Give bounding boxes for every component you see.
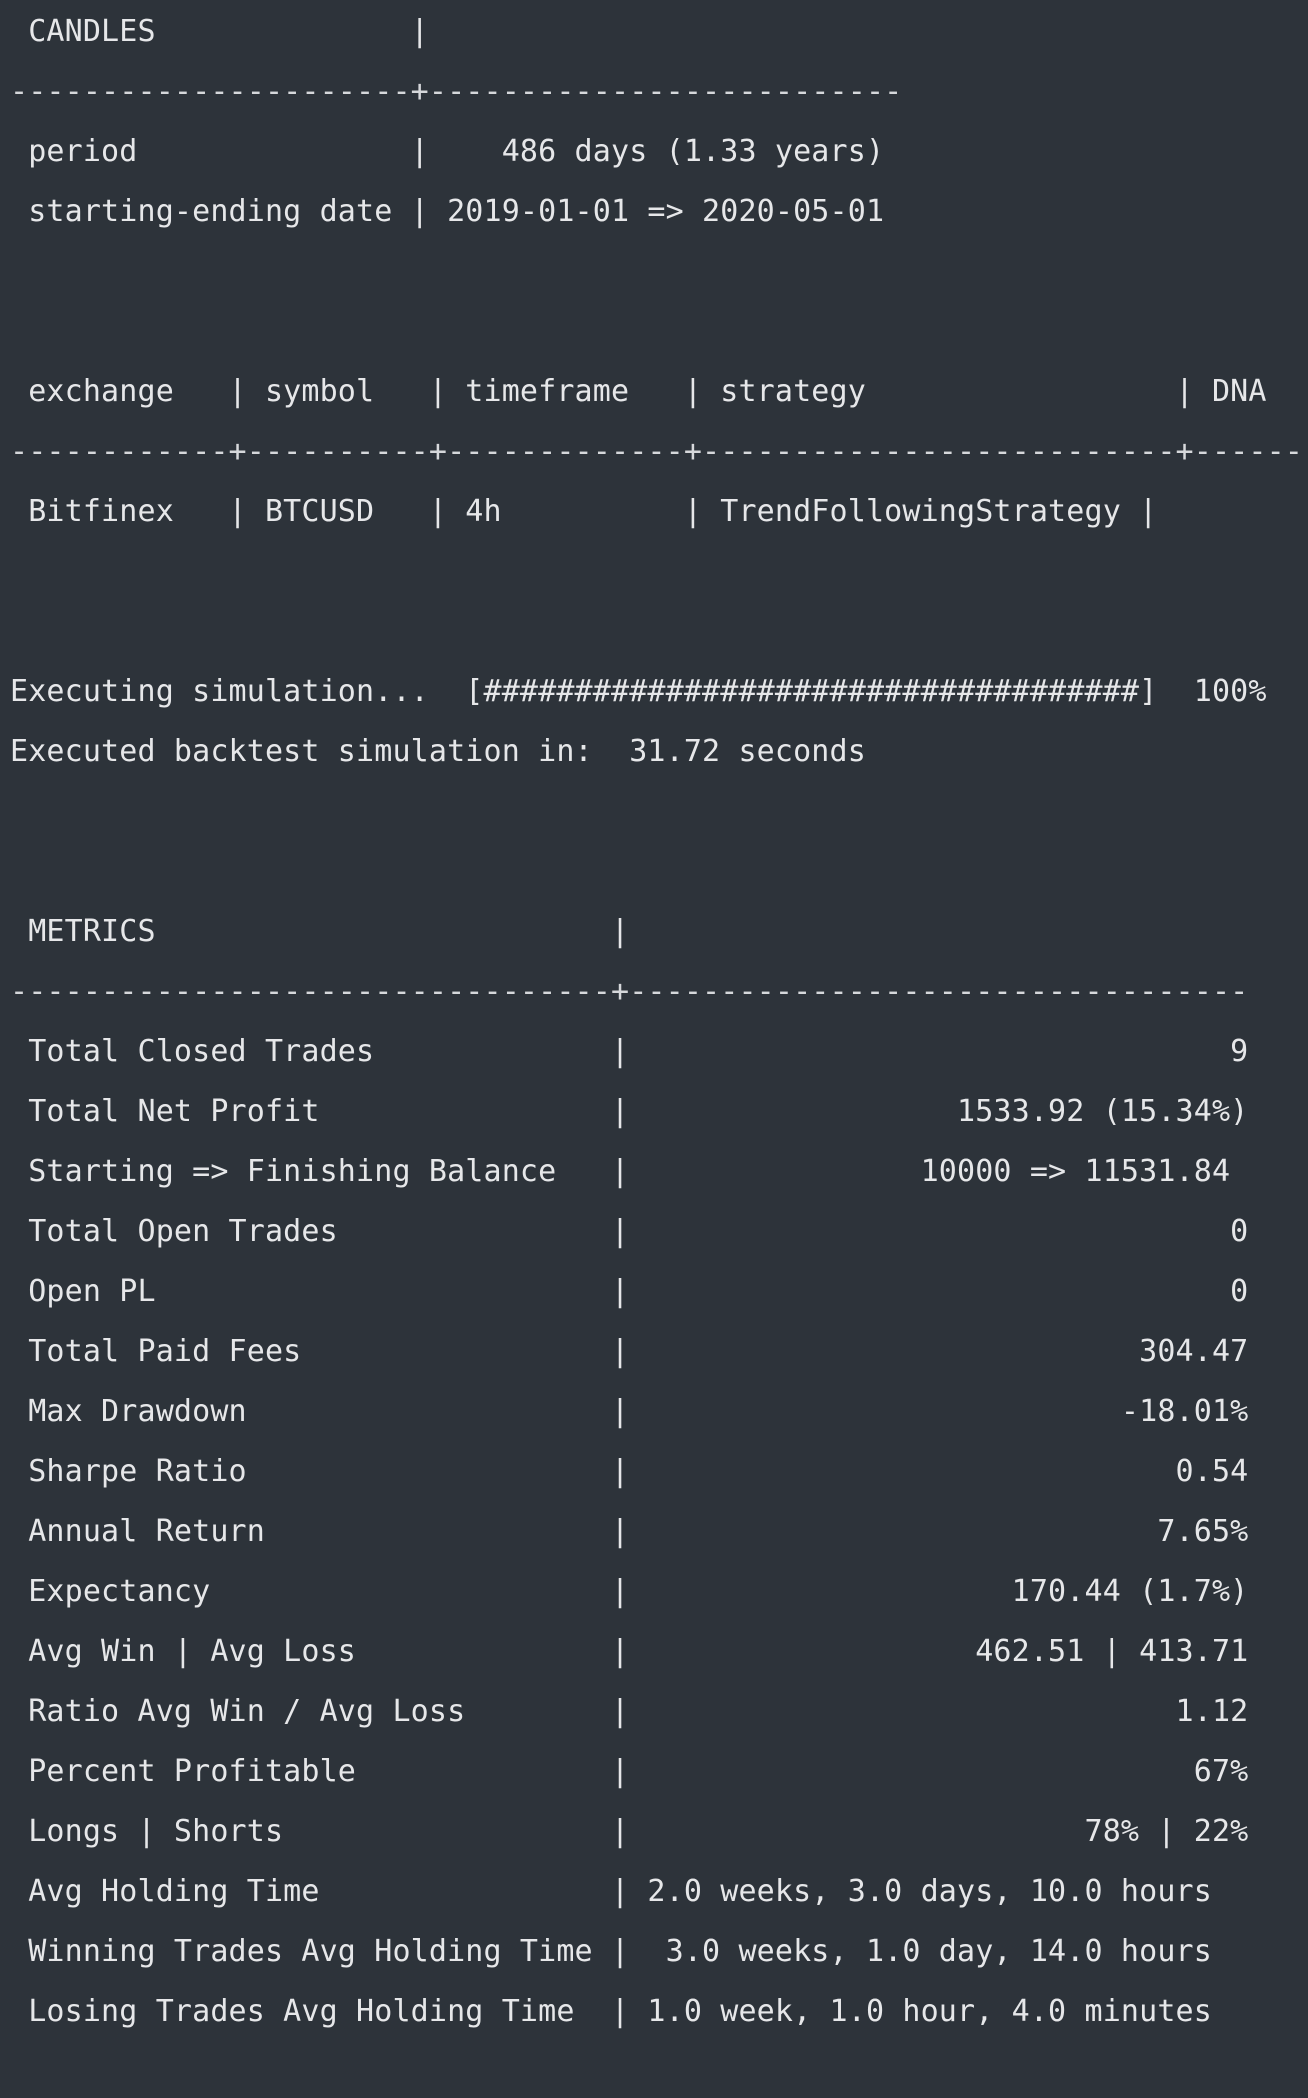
- metrics-row: Total Open Trades | 0: [10, 1214, 1249, 1249]
- routes-row: Bitfinex | BTCUSD | 4h | TrendFollowingS…: [10, 494, 1158, 529]
- candles-row-dates: starting-ending date | 2019-01-01 => 202…: [10, 194, 885, 229]
- candles-header: CANDLES |: [10, 14, 429, 49]
- metrics-row: Sharpe Ratio | 0.54: [10, 1454, 1249, 1489]
- metrics-row: Winning Trades Avg Holding Time | 3.0 we…: [10, 1934, 1212, 1969]
- metrics-row: Open PL | 0: [10, 1274, 1249, 1309]
- metrics-divider: ---------------------------------+------…: [10, 974, 1249, 1009]
- metrics-row: Avg Win | Avg Loss | 462.51 | 413.71: [10, 1634, 1249, 1669]
- simulation-progress: Executing simulation... [###############…: [10, 674, 1267, 709]
- metrics-row: Expectancy | 170.44 (1.7%): [10, 1574, 1249, 1609]
- metrics-row: Ratio Avg Win / Avg Loss | 1.12: [10, 1694, 1249, 1729]
- metrics-row: Annual Return | 7.65%: [10, 1514, 1249, 1549]
- simulation-executed-time: Executed backtest simulation in: 31.72 s…: [10, 734, 866, 769]
- metrics-row: Longs | Shorts | 78% | 22%: [10, 1814, 1249, 1849]
- routes-divider: ------------+----------+-------------+--…: [10, 434, 1308, 469]
- metrics-row: Losing Trades Avg Holding Time | 1.0 wee…: [10, 1994, 1212, 2029]
- terminal-output: CANDLES | ----------------------+-------…: [0, 0, 1308, 2098]
- metrics-row: Percent Profitable | 67%: [10, 1754, 1249, 1789]
- metrics-row: Starting => Finishing Balance | 10000 =>…: [10, 1154, 1231, 1189]
- metrics-row: Max Drawdown | -18.01%: [10, 1394, 1249, 1429]
- metrics-row: Total Paid Fees | 304.47: [10, 1334, 1249, 1369]
- candles-divider: ----------------------+-----------------…: [10, 74, 903, 109]
- metrics-header: METRICS |: [10, 914, 630, 949]
- routes-header: exchange | symbol | timeframe | strategy…: [10, 374, 1267, 409]
- metrics-row: Avg Holding Time | 2.0 weeks, 3.0 days, …: [10, 1874, 1212, 1909]
- metrics-row: Total Net Profit | 1533.92 (15.34%): [10, 1094, 1249, 1129]
- metrics-row: Total Closed Trades | 9: [10, 1034, 1249, 1069]
- candles-row-period: period | 486 days (1.33 years): [10, 134, 885, 169]
